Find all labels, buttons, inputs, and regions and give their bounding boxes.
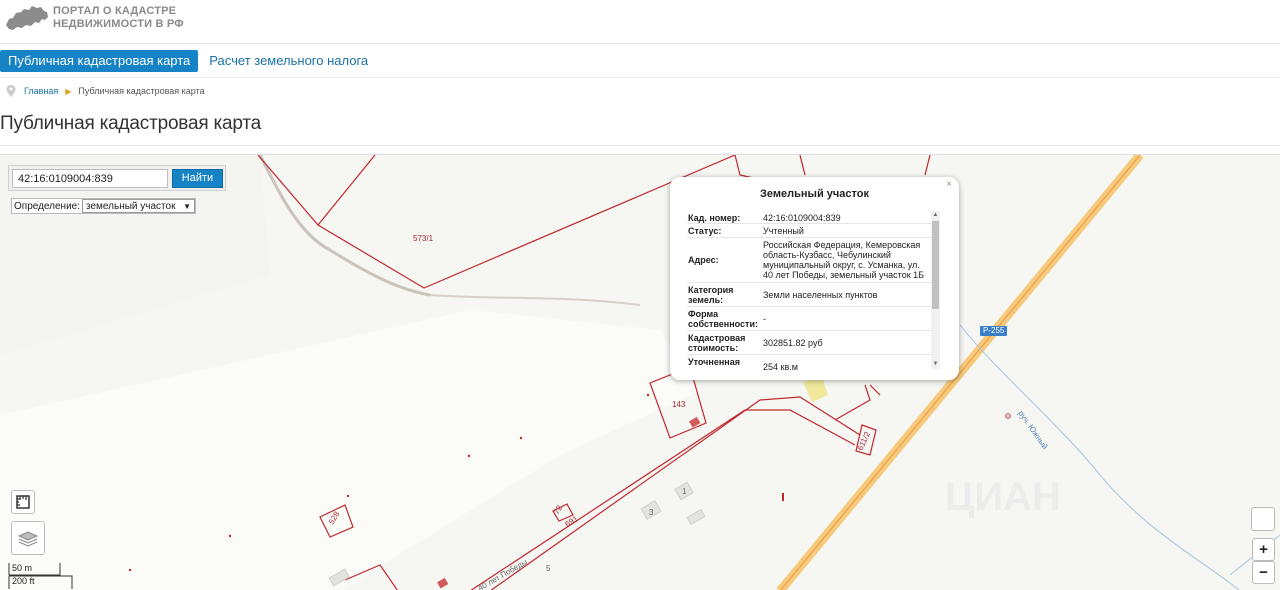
breadcrumb-arrow-icon: ▶ [65, 86, 72, 96]
nav-land-tax[interactable]: Расчет земельного налога [201, 50, 376, 72]
cadastral-map[interactable]: 573/1 143 611/2 528 691 72 1 3 5 40 лет … [0, 154, 1280, 590]
map-label-house-1: 1 [682, 487, 687, 496]
location-pin-icon [6, 85, 16, 97]
row-value: 42:16:0109004:839 [763, 212, 841, 223]
row-value: 254 кв.м [763, 361, 798, 371]
page-title: Публичная кадастровая карта [0, 113, 262, 134]
site-header: ПОРТАЛ О КАДАСТРЕ НЕДВИЖИМОСТИ В РФ [0, 0, 1280, 44]
zoom-in-button[interactable]: + [1252, 538, 1275, 561]
popup-scrollbar[interactable]: ▲ ▼ [931, 211, 940, 369]
row-key: Кад. номер: [688, 212, 741, 223]
find-button[interactable]: Найти [172, 169, 223, 188]
definition-row: Определение: земельный участок ▼ [11, 198, 197, 214]
map-label-house-5: 5 [546, 564, 551, 573]
row-key: Форма собственности: [688, 308, 758, 329]
road-badge: Р-255 [980, 326, 1008, 336]
row-key: Уточненная площадь: [688, 356, 740, 371]
row-key: Статус: [688, 225, 722, 236]
breadcrumb-home-link[interactable]: Главная [24, 86, 58, 96]
table-row: Форма собственности: - [687, 307, 931, 331]
definition-select[interactable]: земельный участок ▼ [82, 199, 196, 213]
popup-title: Земельный участок [760, 188, 869, 200]
fullscreen-button[interactable] [1251, 507, 1275, 531]
cadastral-number-input[interactable] [12, 169, 168, 188]
map-label-691: 691 [564, 514, 581, 529]
nav-divider [0, 77, 1280, 78]
title-divider [0, 145, 1280, 146]
measure-button[interactable] [11, 490, 35, 514]
definition-value: земельный участок [86, 200, 176, 212]
breadcrumb: Главная ▶ Публичная кадастровая карта [6, 85, 205, 97]
scale-metric: 50 m [12, 563, 33, 573]
table-row: Категория земель: Земли населенных пункт… [687, 283, 931, 307]
parcel-info-table[interactable]: Кад. номер: 42:16:0109004:839 Статус: Уч… [687, 212, 931, 370]
row-key: Кадастровая стоимость: [688, 332, 746, 353]
row-value: Российская Федерация, Кемеровская област… [763, 240, 925, 280]
layers-button[interactable] [11, 521, 45, 555]
scroll-down-icon[interactable]: ▼ [931, 360, 940, 369]
scroll-thumb[interactable] [932, 221, 939, 309]
search-panel: Найти [8, 165, 226, 191]
logo-line-1: ПОРТАЛ О КАДАСТРЕ [53, 5, 177, 17]
breadcrumb-current: Публичная кадастровая карта [78, 86, 205, 96]
table-row: Кад. номер: 42:16:0109004:839 [687, 212, 931, 224]
zoom-out-button[interactable]: − [1252, 561, 1275, 584]
scroll-up-icon[interactable]: ▲ [931, 211, 940, 220]
map-label-72: 72 [552, 503, 565, 516]
row-value: Земли населенных пунктов [763, 289, 878, 300]
row-value: Учтенный [763, 225, 804, 236]
site-logo[interactable]: ПОРТАЛ О КАДАСТРЕ НЕДВИЖИМОСТИ В РФ [4, 3, 184, 33]
row-value: - [763, 313, 766, 324]
map-label-573: 573/1 [413, 234, 434, 243]
table-row: Адрес: Российская Федерация, Кемеровская… [687, 238, 931, 283]
row-value: 302851.82 руб [763, 337, 823, 348]
chevron-down-icon: ▼ [183, 201, 192, 211]
row-key: Адрес: [688, 255, 719, 265]
ruler-icon [16, 495, 30, 509]
map-label-street: 40 лет Победы [477, 557, 530, 590]
definition-label: Определение: [14, 200, 81, 212]
layers-icon [17, 531, 39, 547]
logo-line-2: НЕДВИЖИМОСТИ В РФ [53, 18, 184, 30]
map-canvas[interactable]: 573/1 143 611/2 528 691 72 1 3 5 40 лет … [0, 155, 1280, 590]
map-scale: 50 m 200 ft [8, 563, 73, 589]
russia-map-icon [6, 6, 48, 30]
table-row: Статус: Учтенный [687, 224, 931, 238]
map-label-143: 143 [672, 400, 686, 409]
scale-imperial: 200 ft [12, 576, 35, 586]
nav-cadastral-map[interactable]: Публичная кадастровая карта [0, 50, 199, 72]
parcel-info-popup: × Земельный участок Кад. номер: 42:16:01… [670, 177, 959, 380]
table-row: Кадастровая стоимость: 302851.82 руб [687, 331, 931, 355]
row-key: Категория земель: [688, 284, 734, 305]
map-label-house-3: 3 [649, 508, 654, 517]
table-row: Уточненная площадь: 254 кв.м [687, 355, 931, 371]
cian-watermark: ЦИАН [945, 475, 1061, 519]
main-nav: Публичная кадастровая карта Расчет земел… [0, 50, 379, 72]
